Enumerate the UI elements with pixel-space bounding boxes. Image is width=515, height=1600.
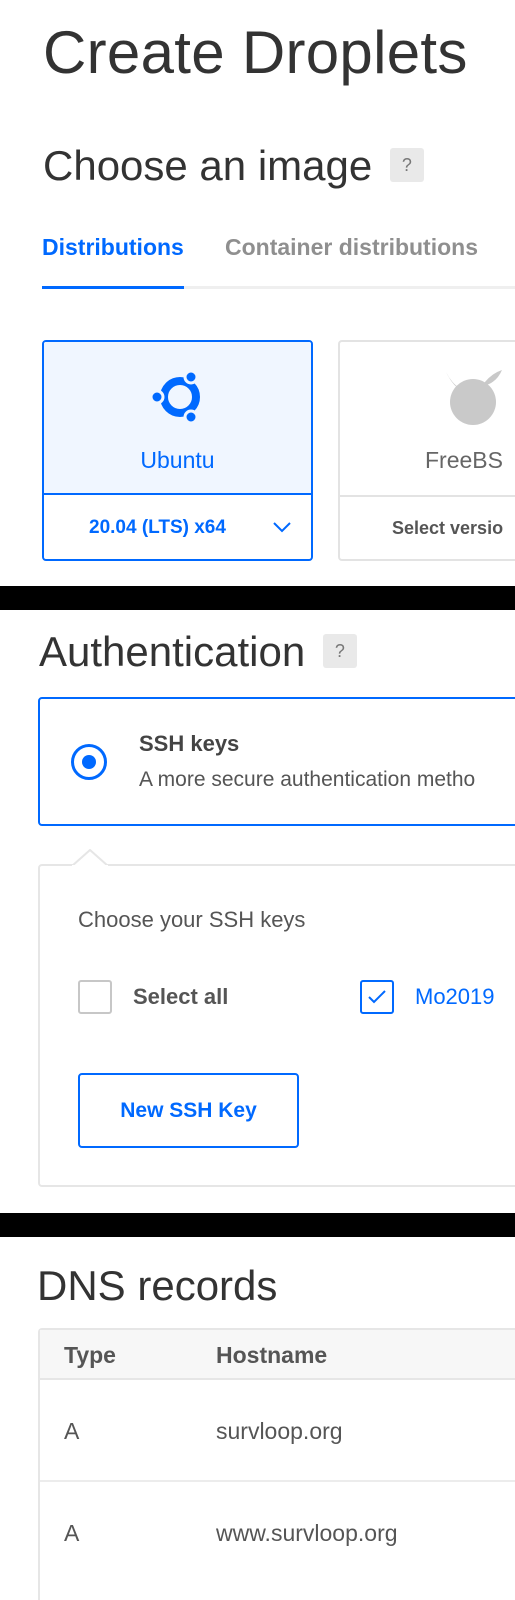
tab-distributions[interactable]: Distributions — [42, 234, 184, 261]
help-icon[interactable]: ? — [322, 633, 357, 668]
freebsd-logo-icon — [446, 370, 502, 425]
authentication-title: Authentication — [39, 628, 306, 675]
page-title: Create Droplets — [43, 19, 468, 86]
distro-card-divider — [340, 495, 515, 497]
column-header-type: Type — [64, 1342, 116, 1368]
row-hostname: www.survloop.org — [216, 1520, 398, 1546]
section-separator — [0, 586, 515, 610]
choose-image-heading: Choose an image ? — [43, 142, 424, 190]
column-header-hostname: Hostname — [216, 1342, 328, 1368]
help-icon[interactable]: ? — [389, 147, 424, 182]
select-all-label[interactable]: Select all — [133, 984, 228, 1010]
row-divider — [40, 1480, 515, 1482]
chevron-down-icon[interactable] — [272, 520, 292, 534]
row-type: A — [64, 1520, 80, 1546]
distro-card-freebsd[interactable]: FreeBS Select versio — [338, 340, 515, 561]
checkmark-icon — [368, 990, 386, 1004]
row-hostname: survloop.org — [216, 1418, 343, 1444]
section-separator — [0, 1213, 515, 1237]
ubuntu-logo-icon — [149, 369, 200, 425]
tab-container-distributions[interactable]: Container distributions — [225, 234, 478, 261]
distro-name-ubuntu: Ubuntu — [140, 447, 215, 473]
choose-image-title: Choose an image — [43, 142, 373, 189]
ssh-key-name[interactable]: Mo2019 — [415, 984, 495, 1010]
choose-ssh-keys-label: Choose your SSH keys — [78, 907, 306, 932]
dns-records-heading: DNS records — [37, 1262, 278, 1309]
ssh-keys-option[interactable] — [38, 697, 515, 826]
active-tab-indicator — [42, 286, 184, 289]
new-ssh-key-button[interactable]: New SSH Key — [78, 1073, 299, 1148]
authentication-heading: Authentication ? — [39, 628, 357, 676]
distro-card-ubuntu[interactable]: Ubuntu 20.04 (LTS) x64 — [42, 340, 313, 561]
version-select-placeholder[interactable]: Select versio — [392, 518, 503, 539]
ssh-keys-title: SSH keys — [139, 731, 240, 756]
row-type: A — [64, 1418, 80, 1444]
version-select-value[interactable]: 20.04 (LTS) x64 — [89, 517, 226, 539]
ssh-keys-description: A more secure authentication metho — [139, 768, 476, 791]
panel-pointer — [72, 849, 108, 867]
radio-dot — [82, 755, 96, 769]
ssh-key-checkbox[interactable] — [360, 980, 394, 1014]
distro-name-freebsd: FreeBS — [425, 447, 503, 473]
select-all-checkbox[interactable] — [78, 980, 112, 1014]
